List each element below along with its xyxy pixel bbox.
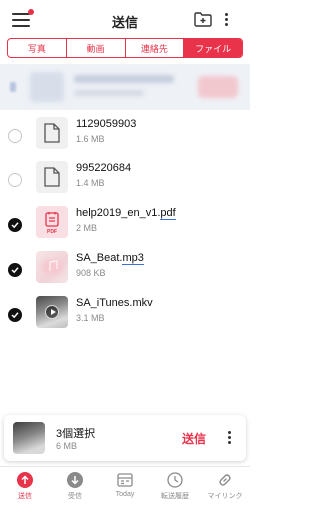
- app-header: 送信: [0, 0, 250, 36]
- file-row[interactable]: 995220684 1.4 MB: [0, 157, 250, 203]
- selection-thumbnail: [13, 422, 45, 454]
- file-name: 1129059903: [76, 118, 137, 130]
- document-icon: [36, 117, 68, 149]
- selection-bar: 3個選択 6 MB 送信: [4, 415, 246, 461]
- file-name: SA_iTunes.mkv: [76, 297, 153, 309]
- select-radio[interactable]: [8, 129, 22, 143]
- file-name-base: help2019_en_v1.: [76, 207, 161, 219]
- bottom-nav: 送信 受信 Today 転送履歴 マイリンク: [0, 466, 250, 520]
- nav-label: マイリンク: [207, 493, 243, 500]
- category-tabs: 写真 動画 連絡先 ファイル: [7, 38, 243, 58]
- tab-files[interactable]: ファイル: [184, 39, 242, 57]
- nav-send[interactable]: 送信: [0, 467, 50, 520]
- select-radio[interactable]: [8, 173, 22, 187]
- page-title: 送信: [111, 15, 138, 30]
- file-size: 1.6 MB: [76, 134, 105, 144]
- link-icon: [217, 472, 233, 488]
- download-icon: [67, 472, 83, 488]
- nav-receive[interactable]: 受信: [50, 467, 100, 520]
- ad-banner[interactable]: [0, 64, 250, 110]
- nav-history[interactable]: 転送履歴: [150, 467, 200, 520]
- select-radio-checked[interactable]: [8, 263, 22, 277]
- tab-videos[interactable]: 動画: [67, 39, 126, 57]
- document-icon: [36, 161, 68, 193]
- tab-contacts[interactable]: 連絡先: [126, 39, 185, 57]
- video-play-icon: [45, 305, 59, 319]
- select-radio-checked[interactable]: [8, 218, 22, 232]
- tab-photos[interactable]: 写真: [8, 39, 67, 57]
- file-row[interactable]: SA_iTunes.mkv 3.1 MB: [0, 292, 250, 338]
- file-extension: mp3: [122, 252, 144, 265]
- pdf-icon: PDF: [36, 206, 68, 238]
- nav-mylink[interactable]: マイリンク: [200, 467, 250, 520]
- nav-label: 送信: [18, 493, 32, 500]
- selection-size: 6 MB: [56, 441, 78, 451]
- history-clock-icon: [167, 472, 183, 488]
- more-vertical-icon[interactable]: [222, 11, 230, 29]
- nav-label: 受信: [68, 493, 82, 500]
- file-extension: pdf: [160, 207, 176, 220]
- file-size: 908 KB: [76, 268, 106, 278]
- file-name: SA_Beat.mp3: [76, 252, 144, 265]
- select-radio-checked[interactable]: [8, 308, 22, 322]
- nav-label: 転送履歴: [161, 493, 189, 500]
- file-row[interactable]: SA_Beat.mp3 908 KB: [0, 247, 250, 293]
- file-row[interactable]: PDF help2019_en_v1.pdf 2 MB: [0, 202, 250, 248]
- send-button[interactable]: 送信: [182, 430, 206, 447]
- file-name-base: SA_Beat.: [76, 252, 123, 264]
- file-size: 2 MB: [76, 223, 98, 233]
- file-size: 1.4 MB: [76, 178, 105, 188]
- selection-count: 3個選択: [56, 428, 96, 440]
- upload-icon: [17, 472, 33, 488]
- file-size: 3.1 MB: [76, 313, 105, 323]
- music-note-icon: [36, 251, 68, 283]
- folder-add-icon[interactable]: [194, 12, 212, 27]
- nav-label: Today: [115, 491, 135, 498]
- more-vertical-icon[interactable]: [225, 429, 233, 447]
- file-name: 995220684: [76, 162, 132, 174]
- pdf-label: PDF: [47, 229, 57, 235]
- video-thumbnail: [36, 296, 68, 328]
- file-row[interactable]: 1129059903 1.6 MB: [0, 113, 250, 159]
- nav-today[interactable]: Today: [100, 467, 150, 520]
- today-icon: [117, 472, 133, 488]
- file-name: help2019_en_v1.pdf: [76, 207, 176, 220]
